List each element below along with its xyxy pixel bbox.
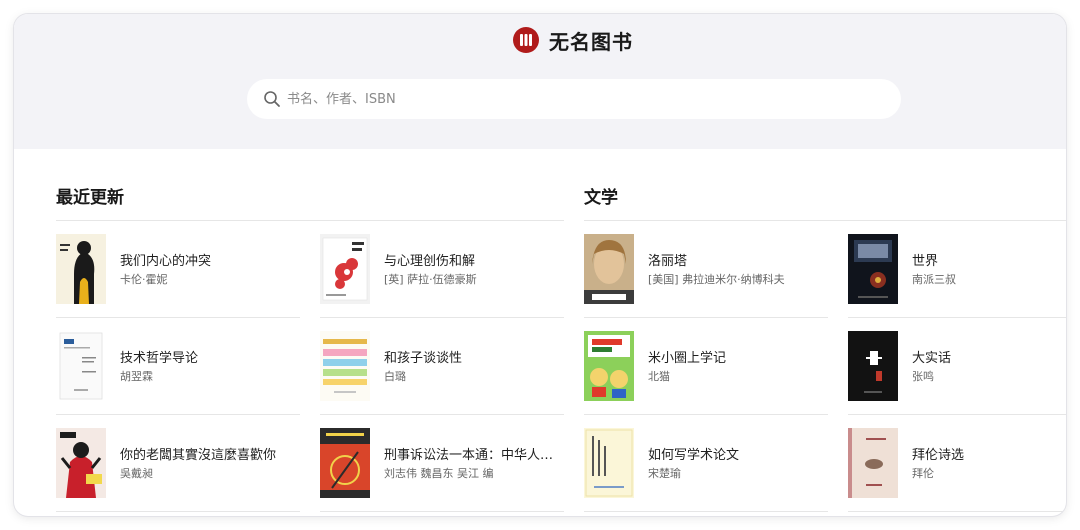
book-cover[interactable] <box>320 331 370 401</box>
brand[interactable]: 无名图书 <box>513 26 633 54</box>
section-title: 最近更新 <box>56 188 124 208</box>
divider <box>56 511 300 512</box>
app-name: 无名图书 <box>549 29 633 54</box>
book-title: 我们内心的冲突 <box>120 254 212 269</box>
book-title: 世界 <box>912 254 939 269</box>
divider <box>320 511 564 512</box>
search-icon <box>263 90 281 108</box>
book-title: 米小圈上学记 <box>648 351 727 366</box>
book-title: 洛丽塔 <box>648 254 688 269</box>
book-cover[interactable] <box>848 331 898 401</box>
book-item[interactable]: 刑事诉讼法一本通：中华人民共和国刑事诉讼法总成 刘志伟 魏昌东 吴江 编 <box>320 415 564 512</box>
book-stack-logo-icon <box>513 27 539 53</box>
book-item[interactable]: 我们内心的冲突 卡伦·霍妮 <box>56 221 300 318</box>
book-cover[interactable] <box>56 234 106 304</box>
divider <box>584 511 828 512</box>
book-item[interactable]: 世界 南派三叔 <box>848 221 1066 318</box>
section-literature: 文学 洛丽塔 [美国] 弗拉迪米尔·纳博科夫 世界 南派三叔 米小圈上学记 北猫… <box>584 149 1066 516</box>
book-author: 胡翌霖 <box>120 370 153 383</box>
book-item[interactable]: 你的老闆其實沒這麼喜歡你 吳戴昶 <box>56 415 300 512</box>
book-item[interactable]: 技术哲学导论 胡翌霖 <box>56 318 300 415</box>
book-item[interactable]: 如何写学术论文 宋楚瑜 <box>584 415 828 512</box>
book-title: 如何写学术论文 <box>648 448 740 463</box>
book-cover[interactable] <box>56 428 106 498</box>
header: 无名图书 <box>14 14 1066 149</box>
book-cover[interactable] <box>848 428 898 498</box>
book-author: 卡伦·霍妮 <box>120 273 168 286</box>
book-author: 南派三叔 <box>912 273 956 286</box>
book-author: [美国] 弗拉迪米尔·纳博科夫 <box>648 273 785 286</box>
section-title: 文学 <box>584 188 618 208</box>
book-cover[interactable] <box>584 331 634 401</box>
book-item[interactable]: 洛丽塔 [美国] 弗拉迪米尔·纳博科夫 <box>584 221 828 318</box>
book-item[interactable]: 米小圈上学记 北猫 <box>584 318 828 415</box>
book-cover[interactable] <box>584 428 634 498</box>
book-author: 拜伦 <box>912 467 934 480</box>
book-title: 技术哲学导论 <box>120 351 199 366</box>
divider <box>848 511 1066 512</box>
book-item[interactable]: 和孩子谈谈性 白璐 <box>320 318 564 415</box>
book-cover[interactable] <box>320 234 370 304</box>
app-window: 无名图书 最近更新 <box>14 14 1066 516</box>
book-author: 白璐 <box>384 370 406 383</box>
book-title: 你的老闆其實沒這麼喜歡你 <box>120 448 277 463</box>
search-input[interactable] <box>287 79 877 119</box>
book-title: 刑事诉讼法一本通：中华人民共和国刑事诉讼法总成 <box>384 448 564 463</box>
book-title: 拜伦诗选 <box>912 448 965 463</box>
book-cover[interactable] <box>56 331 106 401</box>
book-author: 张鸣 <box>912 370 934 383</box>
book-title: 与心理创伤和解 <box>384 254 476 269</box>
book-item[interactable]: 拜伦诗选 拜伦 <box>848 415 1066 512</box>
book-item[interactable]: 与心理创伤和解 [英] 萨拉·伍德豪斯 <box>320 221 564 318</box>
book-author: [英] 萨拉·伍德豪斯 <box>384 273 477 286</box>
book-author: 吳戴昶 <box>120 467 153 480</box>
book-item[interactable]: 大实话 张鸣 <box>848 318 1066 415</box>
book-title: 大实话 <box>912 351 952 366</box>
book-author: 刘志伟 魏昌东 吴江 编 <box>384 467 494 480</box>
search-bar[interactable] <box>247 79 901 119</box>
book-cover[interactable] <box>320 428 370 498</box>
book-cover[interactable] <box>584 234 634 304</box>
book-author: 北猫 <box>648 370 670 383</box>
book-title: 和孩子谈谈性 <box>384 351 463 366</box>
section-recent-updates: 最近更新 我们内心的冲突 卡伦·霍妮 与心理创伤和解 [英] 萨拉·伍德豪斯 技… <box>56 149 576 516</box>
book-author: 宋楚瑜 <box>648 467 681 480</box>
book-cover[interactable] <box>848 234 898 304</box>
